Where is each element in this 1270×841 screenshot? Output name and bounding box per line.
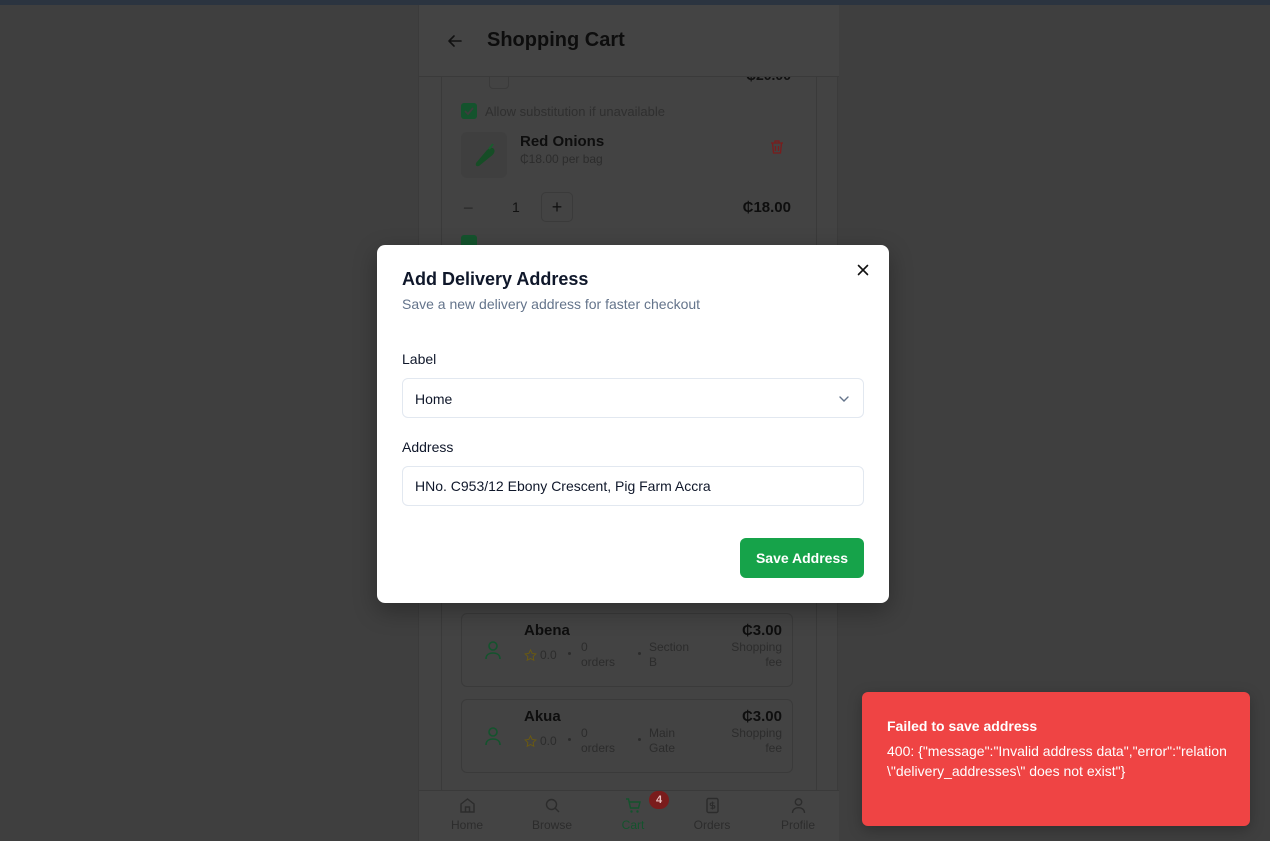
shopper-orders: 0 orders <box>581 640 616 669</box>
user-icon <box>791 798 805 814</box>
bottom-nav: Home Browse Cart 4 Orders Profile <box>419 790 839 841</box>
product-name: Red Onions <box>520 133 605 150</box>
shopper-location: Section B <box>649 640 690 669</box>
vegetable-icon <box>475 143 495 167</box>
trash-icon[interactable] <box>769 139 785 155</box>
receipt-icon <box>705 797 719 814</box>
app-header: Shopping Cart <box>419 5 839 77</box>
shopper-fee-label: Shopping fee <box>731 640 782 669</box>
cart-icon <box>625 798 641 813</box>
address-field-label: Address <box>402 439 454 455</box>
nav-label: Orders <box>693 818 731 832</box>
separator-dot <box>638 652 641 655</box>
substitution-checkbox[interactable] <box>461 103 477 119</box>
star-icon <box>524 649 537 662</box>
cart-count-badge: 4 <box>649 791 669 809</box>
toast-title: Failed to save address <box>887 718 1038 734</box>
home-icon <box>459 798 475 813</box>
quantity-decrement-button[interactable]: − <box>463 198 474 219</box>
close-icon[interactable] <box>855 262 871 278</box>
dialog-title: Add Delivery Address <box>402 269 589 289</box>
user-icon <box>485 727 501 746</box>
nav-label: Cart <box>621 818 645 832</box>
shopper-card[interactable]: Abena 0.0 0 orders Section B ₵3.00 Shopp… <box>461 613 793 687</box>
search-icon <box>545 798 559 813</box>
label-select-value: Home <box>415 391 453 407</box>
separator-dot <box>568 652 571 655</box>
save-address-button[interactable]: Save Address <box>740 538 864 578</box>
shopper-name: Akua <box>524 708 561 725</box>
nav-item-orders[interactable]: Orders <box>677 797 747 832</box>
separator-dot <box>638 738 641 741</box>
nav-item-home[interactable]: Home <box>432 797 502 832</box>
add-address-dialog: Add Delivery Address Save a new delivery… <box>377 245 889 603</box>
item-line-total: ₵18.00 <box>742 199 791 216</box>
quantity-value: 1 <box>512 199 520 215</box>
shopper-name: Abena <box>524 622 570 639</box>
nav-label: Home <box>450 818 483 832</box>
shopper-fee-label: Shopping fee <box>731 726 782 755</box>
shopper-rating: 0.0 <box>540 648 557 662</box>
shopper-orders: 0 orders <box>581 726 616 755</box>
shopper-rating: 0.0 <box>540 734 557 748</box>
star-icon <box>524 735 537 748</box>
arrow-left-icon[interactable] <box>447 33 463 49</box>
error-toast[interactable]: Failed to save address 400: {"message":"… <box>862 692 1250 826</box>
shopper-fee: ₵3.00 <box>741 622 782 639</box>
shopper-fee: ₵3.00 <box>741 708 782 725</box>
user-icon <box>485 641 501 660</box>
quantity-increment-button[interactable]: + <box>541 192 573 222</box>
product-unit-price: ₵18.00 per bag <box>520 152 603 166</box>
shopper-location: Main Gate <box>649 726 676 755</box>
nav-item-profile[interactable]: Profile <box>763 797 833 832</box>
dialog-description: Save a new delivery address for faster c… <box>402 296 701 312</box>
chevron-down-icon <box>839 396 849 402</box>
separator-dot <box>568 738 571 741</box>
check-icon <box>464 107 474 116</box>
nav-label: Browse <box>531 818 572 832</box>
toast-message: 400: {"message":"Invalid address data","… <box>887 743 1227 779</box>
label-field-label: Label <box>402 351 437 367</box>
page-title: Shopping Cart <box>487 29 625 51</box>
shopper-card[interactable]: Akua 0.0 0 orders Main Gate ₵3.00 Shoppi… <box>461 699 793 773</box>
product-thumbnail <box>461 132 507 178</box>
address-input[interactable] <box>402 466 864 506</box>
substitution-label: Allow substitution if unavailable <box>485 104 665 119</box>
nav-item-browse[interactable]: Browse <box>517 797 587 832</box>
label-select[interactable]: Home <box>402 378 864 418</box>
nav-label: Profile <box>780 818 815 832</box>
